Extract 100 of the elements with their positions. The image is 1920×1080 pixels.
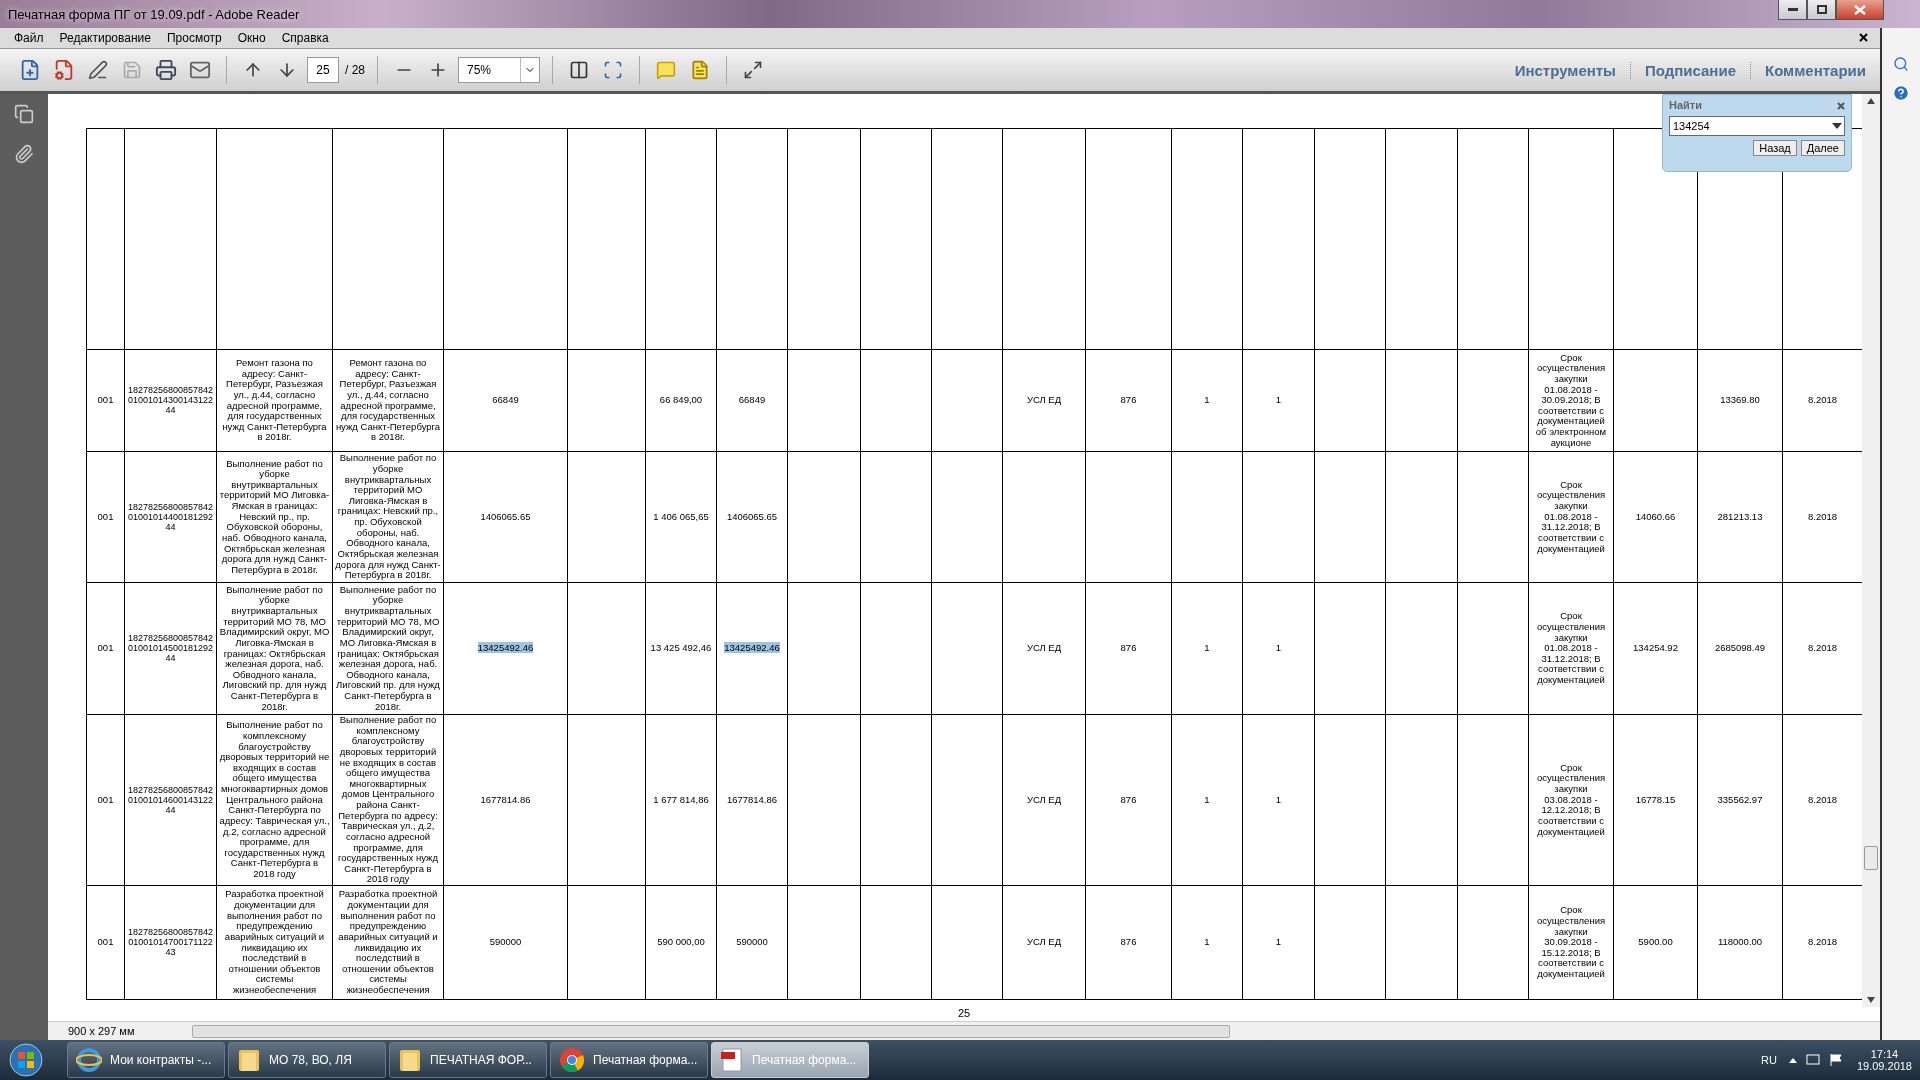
taskbar-item[interactable]: Мои контракты -... xyxy=(67,1042,225,1078)
taskbar-item[interactable]: ПЕЧАТНАЯ ФОР... xyxy=(389,1042,547,1078)
table-cell: 876 xyxy=(1120,936,1137,948)
table-cell: УСЛ ЕД xyxy=(1026,793,1062,805)
table-cell: УСЛ ЕД xyxy=(1026,642,1062,654)
table-cell: Срок осуществления закупки 01.08.2018 - 31.12.2018; В соответствии с документацией xyxy=(1536,610,1606,686)
table-cell: 335562.97 xyxy=(1717,793,1763,805)
table-cell: 1406065.65 xyxy=(480,510,531,522)
menu-item[interactable]: Файл xyxy=(6,31,52,45)
taskbar-label: МО 78, ВО, ЛЯ xyxy=(269,1053,352,1067)
scroll-thumb[interactable] xyxy=(1864,846,1878,870)
caret-icon xyxy=(1830,121,1844,131)
taskbar-item[interactable]: МО 78, ВО, ЛЯ xyxy=(228,1042,386,1078)
table-cell: Выполнение работ по уборке внутриквартальных территорий МО 78, МО Владимирский округ, МО Лиговка-Ямская в границах: Октябрьская железная дорога, наб. Обводного канала, Лиговский пр. для нужд Санкт-Петербурга в 2018г. xyxy=(336,583,440,712)
page-size: 900 x 297 мм xyxy=(67,1025,136,1037)
table-cell: 13425492.46 xyxy=(724,642,780,654)
table-cell: 281213.13 xyxy=(1717,510,1763,522)
search-field[interactable]: 134254 xyxy=(1669,116,1845,136)
language-indicator[interactable]: RU xyxy=(1761,1054,1777,1066)
table-cell: 8.2018 xyxy=(1807,793,1838,805)
taskbar-item[interactable]: Печатная форма... xyxy=(550,1042,708,1078)
table-cell: 1677814.86 xyxy=(480,793,531,805)
find-button[interactable]: Далее xyxy=(1800,140,1845,156)
pdf-file-icon xyxy=(720,1047,744,1073)
table-cell: 14060.66 xyxy=(1635,510,1676,522)
table-cell: 001 xyxy=(97,642,114,654)
tray-icons-drawing[interactable] xyxy=(1788,1053,1845,1067)
page-count: / 28 xyxy=(345,63,365,77)
table-cell: Срок осуществления закупки 01.08.2018 - 31.12.2018; В соответствии с документацией xyxy=(1536,478,1606,554)
search-icon[interactable] xyxy=(1893,56,1909,72)
table-cell: 1 xyxy=(1204,642,1210,654)
menu-item[interactable]: Редактирование xyxy=(51,31,159,45)
find-button[interactable]: Назад xyxy=(1753,140,1797,156)
table-cell: 8.2018 xyxy=(1807,642,1838,654)
table-cell: Ремонт газона по адресу: Санкт-Петербург, Разъезжая ул., д.44, согласно адресной программе, для государственных нужд Санкт-Петербурга в 2018г. xyxy=(222,357,327,443)
table-cell: 1 xyxy=(1275,936,1282,948)
zoom-dropdown[interactable]: 75% xyxy=(458,57,540,83)
panel-link[interactable]: Комментарии xyxy=(1751,61,1880,79)
table-cell: Выполнение работ по уборке внутриквартальных территорий МО Лиговка-Ямская в границах: Невский пр., пр. Обуховской обороны, наб. Обводного канала, Октябрьская железная дорога для нужд Санкт-Петербурга в 2018г. xyxy=(335,452,441,581)
attachment-icon[interactable] xyxy=(14,144,34,164)
table-cell: 001 xyxy=(97,793,114,805)
table-cell: 66849 xyxy=(738,394,766,406)
vertical-scrollbar[interactable] xyxy=(1862,94,1880,1007)
table-cell: 5900.00 xyxy=(1638,936,1673,948)
scroll-down-icon[interactable] xyxy=(1867,997,1875,1003)
table-cell: 13369.80 xyxy=(1720,394,1760,406)
menu-item[interactable]: Окно xyxy=(229,31,274,45)
taskbar-label: Печатная форма... xyxy=(593,1053,698,1067)
table-cell: 001 xyxy=(97,394,114,406)
table-cell: 1 xyxy=(1275,793,1282,805)
table-cell: 66 849,00 xyxy=(659,394,703,406)
pages-icon[interactable] xyxy=(14,104,34,124)
minimize-icon xyxy=(1787,7,1798,12)
taskbar-label: Печатная форма... xyxy=(752,1053,857,1067)
table-cell: УСЛ ЕД xyxy=(1026,394,1062,406)
table-cell: Выполнение работ по комплексному благоустройству дворовых территорий не входящих в состав общего имущества многоквартирных домов Центрального района Санкт-Петербурга по адресу: Таврическая ул., д.2, согласно адресной программе, для государственных нужд Санкт-Петербурга в 2018 году xyxy=(219,719,330,880)
table-cell: Срок осуществления закупки 03.08.2018 - 12.12.2018; В соответствии с документацией xyxy=(1536,761,1606,837)
scroll-up-icon[interactable] xyxy=(1867,98,1875,104)
table-cell: 1 xyxy=(1204,936,1210,948)
table-cell: Разработка проектной документации для выполнения работ по предупреждению аварийных ситуаций и ликвидацию их последствий в отношении объектов системы жизнеобеспечения xyxy=(224,888,325,995)
table-cell: 1 677 814,86 xyxy=(653,793,709,805)
page-number-field[interactable]: 25 xyxy=(307,57,339,83)
taskbar-label: ПЕЧАТНАЯ ФОР... xyxy=(430,1053,532,1067)
table-cell: 001 xyxy=(97,510,114,522)
taskbar-label: Мои контракты -... xyxy=(110,1053,212,1067)
table-cell: Выполнение работ по уборке внутриквартальных территорий МО 78, МО Владимирский округ, МО Лиговка-Ямская в границах: Октябрьская железная дорога, наб. Обводного канала, Лиговский пр. для нужд Санкт-Петербурга в 2018г. xyxy=(219,583,330,712)
panel-link[interactable]: Инструменты xyxy=(1500,61,1631,79)
table-cell: 590000 xyxy=(736,936,768,948)
menu-item[interactable]: Справка xyxy=(273,31,337,45)
maximize-button[interactable] xyxy=(1807,0,1836,20)
table-cell: 182782568008578420100101460014312244 xyxy=(127,784,214,815)
table-cell: 66849 xyxy=(492,394,519,406)
table-cell: 8.2018 xyxy=(1807,394,1838,406)
close-button[interactable] xyxy=(1836,0,1884,20)
table-cell: 1406065.65 xyxy=(726,510,778,522)
minimize-button[interactable] xyxy=(1778,0,1807,20)
panel-link[interactable]: Подписание xyxy=(1630,61,1751,79)
table-cell: Разработка проектной документации для выполнения работ по предупреждению аварийных ситуаций и ликвидацию их последствий в отношении объектов системы жизнеобеспечения xyxy=(338,888,438,995)
table-cell: 590000 xyxy=(489,936,522,948)
table-cell: 1 xyxy=(1275,642,1282,654)
help-icon[interactable] xyxy=(1892,84,1910,102)
browser-icon xyxy=(559,1047,585,1073)
table-cell: 876 xyxy=(1120,394,1137,406)
table-cell: 16778.15 xyxy=(1635,793,1676,805)
table-cell: УСЛ ЕД xyxy=(1026,936,1062,948)
table-cell: 8.2018 xyxy=(1807,510,1838,522)
table-cell: 1 xyxy=(1204,394,1210,406)
scroll-thumb[interactable] xyxy=(192,1024,1230,1038)
table-cell: 182782568008578420100101450018129244 xyxy=(127,633,214,664)
table-cell: Выполнение работ по комплексному благоустройству дворовых территорий не входящих в состав общего имущества многоквартирных домов Центрального района Санкт-Петербурга по адресу: Таврическая ул., д.2, согласно адресной программе, для государственных нужд Санкт-Петербурга в 2018 году xyxy=(338,714,438,885)
globe-icon xyxy=(76,1047,102,1073)
clock-time: 17:14 xyxy=(1870,1048,1899,1060)
table-cell: 134254.92 xyxy=(1633,642,1678,654)
table-cell: 182782568008578420100101430014312244 xyxy=(127,385,214,416)
table-cell: 876 xyxy=(1120,793,1137,805)
table-cell: 118000.00 xyxy=(1717,936,1763,948)
table-cell: 590 000,00 xyxy=(657,936,705,948)
close-icon xyxy=(1854,4,1866,15)
menu-item[interactable]: Просмотр xyxy=(158,31,230,45)
start-button[interactable] xyxy=(6,1042,46,1078)
